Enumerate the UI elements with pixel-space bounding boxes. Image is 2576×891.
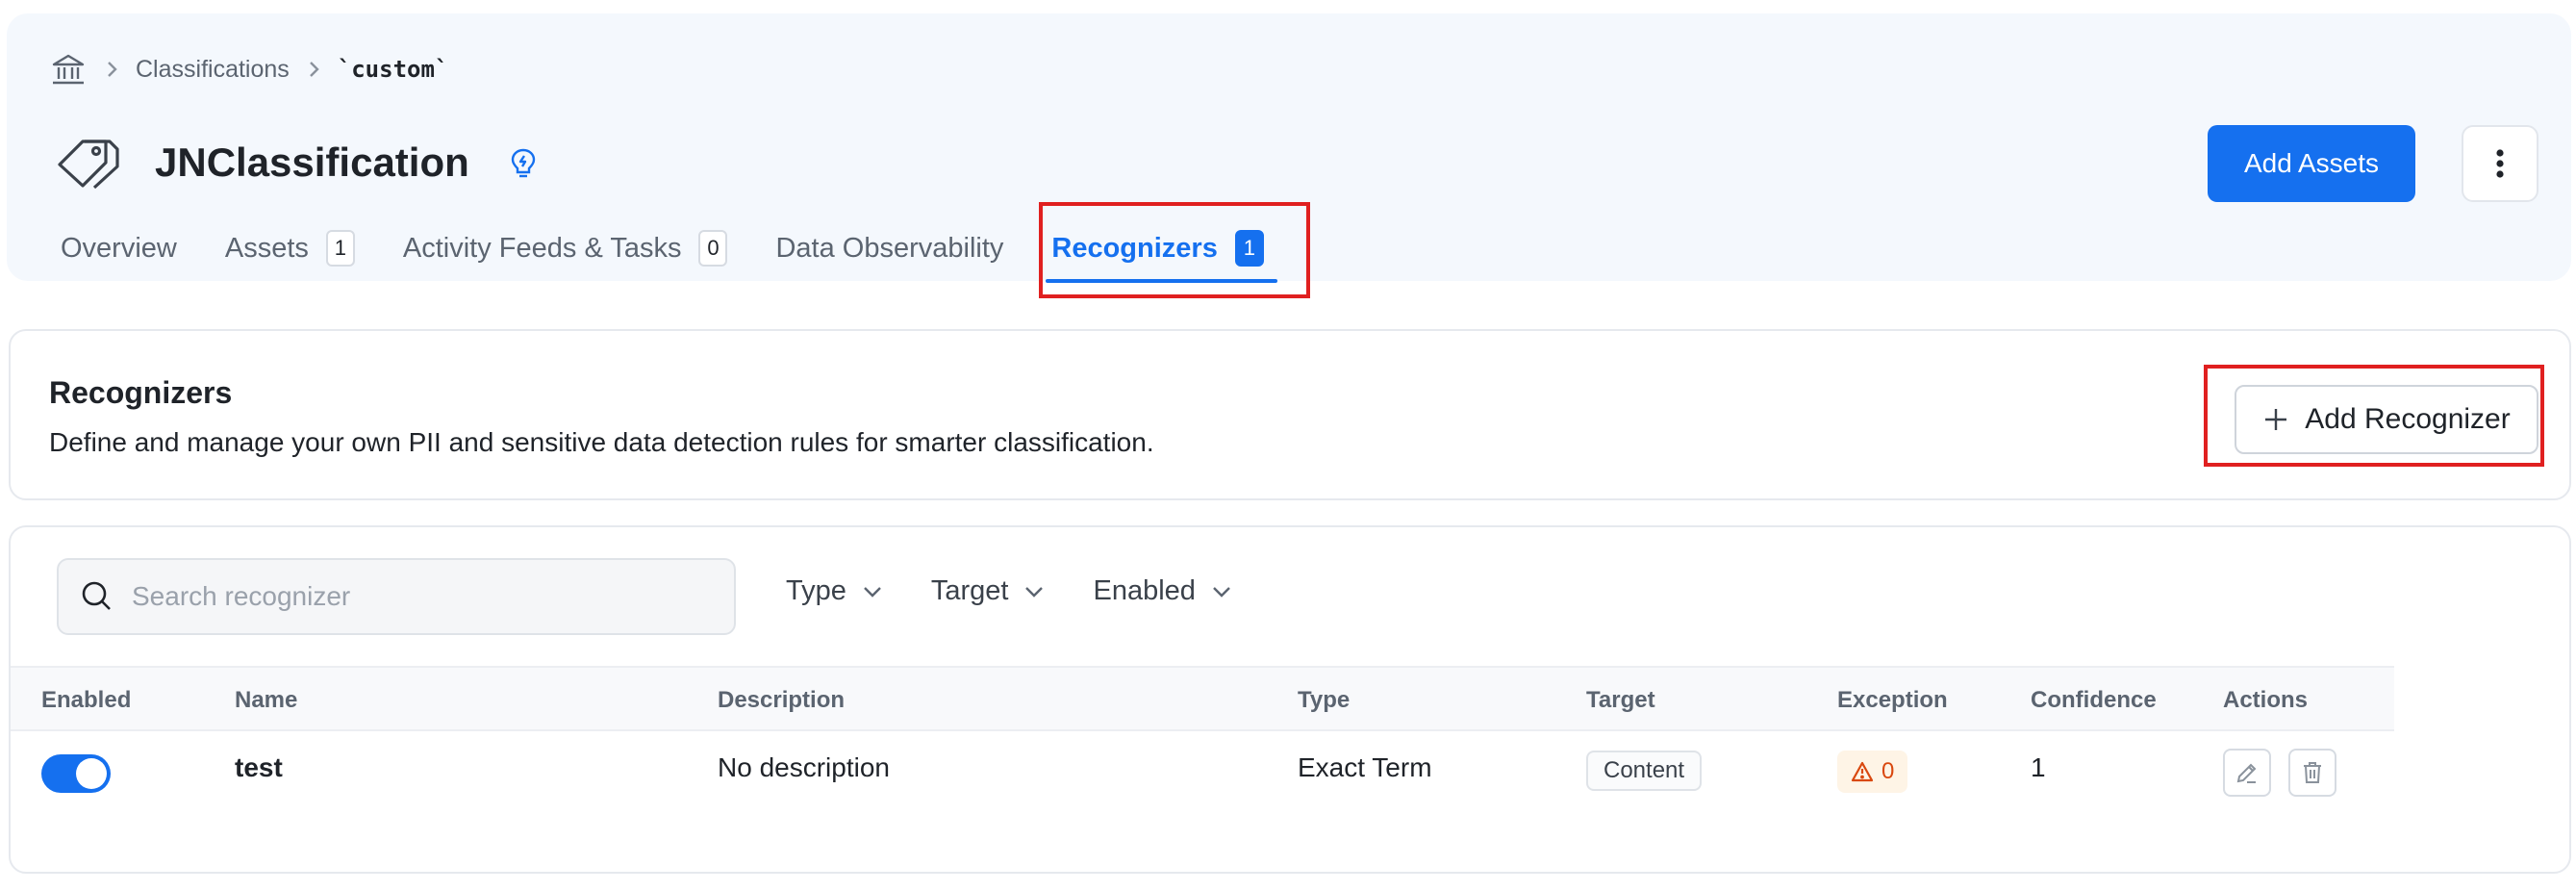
exception-badge: 0 <box>1837 751 1908 793</box>
page-title: JNClassification <box>155 140 469 185</box>
filter-bar: Type Target Enabled <box>786 575 1280 607</box>
pencil-icon <box>2236 763 2257 783</box>
column-header-exception: Exception <box>1837 687 1948 713</box>
highlight-box-add-recognizer <box>2204 365 2544 467</box>
count-badge: 1 <box>325 230 355 267</box>
tab-overview[interactable]: Overview <box>61 217 177 279</box>
enabled-toggle[interactable] <box>41 754 111 793</box>
table-row: test No description Exact Term Content 0… <box>11 733 2394 808</box>
highlight-box-recognizers-tab <box>1039 202 1310 298</box>
recognizer-name[interactable]: test <box>235 752 283 783</box>
tab-label: Data Observability <box>775 232 1004 264</box>
recognizers-info-card: Recognizers Define and manage your own P… <box>9 329 2571 500</box>
filter-label: Type <box>786 575 846 606</box>
tag-icon <box>55 131 122 194</box>
table-header: Enabled Name Description Type Target Exc… <box>11 666 2394 731</box>
column-header-actions: Actions <box>2223 687 2309 713</box>
recognizers-table-card: Type Target Enabled Enabled Name Descrip… <box>9 525 2571 874</box>
column-header-type: Type <box>1298 687 1351 713</box>
tab-label: Assets <box>224 232 309 264</box>
lightbulb-icon[interactable] <box>508 145 539 180</box>
search-icon <box>80 579 114 614</box>
tab-assets[interactable]: Assets 1 <box>225 217 355 279</box>
search-box[interactable] <box>57 558 736 635</box>
more-options-button[interactable] <box>2462 125 2538 202</box>
column-header-description: Description <box>718 687 846 713</box>
column-header-confidence: Confidence <box>2031 687 2157 713</box>
filter-enabled[interactable]: Enabled <box>1093 575 1231 607</box>
section-description: Define and manage your own PII and sensi… <box>49 427 1154 457</box>
recognizer-description: No description <box>718 752 890 782</box>
filter-type[interactable]: Type <box>786 575 883 607</box>
search-input[interactable] <box>130 580 707 613</box>
column-header-target: Target <box>1586 687 1655 713</box>
trash-icon <box>2304 762 2321 783</box>
chevron-right-icon <box>105 60 118 79</box>
breadcrumb-link-classifications[interactable]: Classifications <box>136 56 290 84</box>
chevron-down-icon <box>1023 585 1045 598</box>
edit-button[interactable] <box>2223 749 2271 797</box>
confidence-value: 1 <box>2031 752 2046 782</box>
warning-triangle-icon <box>1851 761 1874 782</box>
breadcrumb-current: `custom` <box>337 56 449 83</box>
tab-activity-feeds[interactable]: Activity Feeds & Tasks 0 <box>403 217 728 279</box>
filter-target[interactable]: Target <box>931 575 1046 607</box>
chevron-right-icon <box>307 60 320 79</box>
chevron-down-icon <box>1211 585 1232 598</box>
tab-label: Overview <box>61 232 177 264</box>
target-tag: Content <box>1586 751 1703 791</box>
breadcrumb: Classifications `custom` <box>49 50 448 89</box>
filter-label: Target <box>930 575 1009 606</box>
home-icon[interactable] <box>49 50 88 89</box>
chevron-down-icon <box>862 585 883 598</box>
exception-count: 0 <box>1881 758 1895 784</box>
tab-data-observability[interactable]: Data Observability <box>775 217 1003 279</box>
delete-button[interactable] <box>2288 749 2336 797</box>
vertical-ellipsis-icon <box>2496 149 2504 178</box>
add-assets-button[interactable]: Add Assets <box>2208 125 2415 202</box>
section-heading: Recognizers <box>49 375 233 410</box>
recognizer-type: Exact Term <box>1298 752 1432 782</box>
column-header-name: Name <box>235 687 298 713</box>
tab-label: Activity Feeds & Tasks <box>402 232 682 264</box>
column-header-enabled: Enabled <box>41 687 132 713</box>
count-badge: 0 <box>698 230 728 267</box>
filter-label: Enabled <box>1093 575 1196 606</box>
title-row: JNClassification <box>55 131 539 194</box>
